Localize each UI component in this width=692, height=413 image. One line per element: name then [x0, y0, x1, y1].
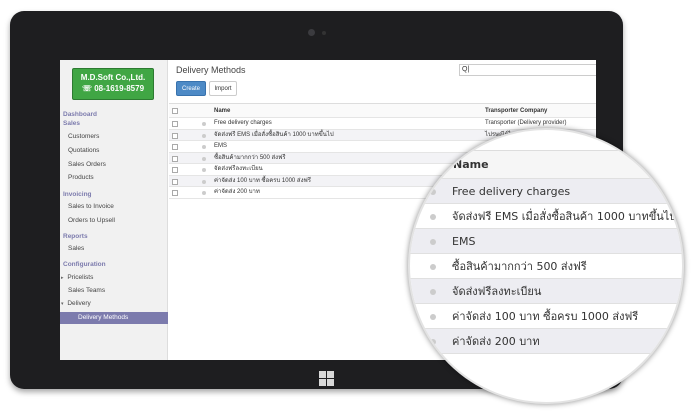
- table-header: Name Transporter Company: [169, 104, 596, 118]
- magnified-row-name: จัดส่งฟรี EMS เมื่อสั่งซื้อสินค้า 1000 บ…: [452, 210, 677, 223]
- magnified-row: จัดส่งฟรี EMS เมื่อสั่งซื้อสินค้า 1000 บ…: [410, 204, 682, 229]
- magnified-row: ค่าจัดส่ง 100 บาท ซื้อครบ 1000 ส่งฟรี: [410, 304, 682, 329]
- magnified-row-name: ค่าจัดส่ง 100 บาท ซื้อครบ 1000 ส่งฟรี: [452, 310, 639, 323]
- row-name: ค่าจัดส่ง 100 บาท ซื้อครบ 1000 ส่งฟรี: [214, 177, 311, 184]
- company-name: M.D.Soft Co.,Ltd.: [80, 73, 146, 82]
- page-title: Delivery Methods: [176, 65, 246, 75]
- magnified-row: EMS: [410, 229, 682, 254]
- row-checkbox[interactable]: [172, 132, 178, 139]
- magnified-row: ค่าจัดส่ง 200 บาท: [410, 329, 682, 354]
- drag-handle-icon[interactable]: [202, 133, 206, 138]
- create-button[interactable]: Create: [176, 81, 206, 96]
- sidebar-item-report-sales[interactable]: Sales: [60, 243, 168, 255]
- column-header-name[interactable]: Name: [214, 104, 230, 118]
- row-checkbox[interactable]: [172, 178, 178, 185]
- drag-handle-icon: [430, 289, 436, 295]
- sidebar-item-delivery[interactable]: ▾ Delivery: [60, 298, 168, 310]
- magnifier-circle: Name Free delivery charges จัดส่งฟรี EMS…: [408, 128, 684, 404]
- chevron-down-icon: ▾: [61, 301, 64, 307]
- row-checkbox[interactable]: [172, 121, 178, 127]
- drag-handle-icon: [430, 239, 436, 245]
- magnified-table: Name Free delivery charges จัดส่งฟรี EMS…: [410, 150, 682, 354]
- sidebar-item-sales-teams[interactable]: Sales Teams: [60, 285, 168, 297]
- magnifier-callout: Name Free delivery charges จัดส่งฟรี EMS…: [408, 128, 684, 404]
- drag-handle-icon: [430, 264, 436, 270]
- drag-handle-icon[interactable]: [202, 122, 206, 126]
- magnified-header-name: Name: [453, 158, 489, 171]
- drag-handle-icon[interactable]: [202, 145, 206, 149]
- sidebar-section-invoicing: Invoicing: [63, 191, 92, 198]
- row-checkbox[interactable]: [172, 155, 178, 162]
- search-input[interactable]: Q|: [459, 64, 596, 76]
- magnified-row-name: จัดส่งฟรีลงทะเบียน: [452, 285, 542, 298]
- magnified-header: Name: [410, 151, 682, 179]
- drag-handle-icon[interactable]: [202, 179, 206, 184]
- select-all-checkbox[interactable]: [172, 108, 178, 114]
- row-name: จัดส่งฟรี EMS เมื่อสั่งซื้อสินค้า 1000 บ…: [214, 131, 334, 138]
- magnified-row-name: Free delivery charges: [452, 185, 571, 198]
- magnified-row-name: EMS: [452, 235, 476, 248]
- sidebar-section-reports: Reports: [63, 233, 88, 240]
- drag-handle-icon: [430, 189, 436, 195]
- row-name: ซื้อสินค้ามากกว่า 500 ส่งฟรี: [214, 154, 286, 161]
- drag-handle-icon: [430, 339, 436, 345]
- sidebar-section-sales: Sales: [63, 120, 80, 127]
- sidebar-item-quotations[interactable]: Quotations: [60, 145, 168, 157]
- sidebar-item-pricelists[interactable]: ▸ Pricelists: [60, 272, 168, 284]
- magnified-row: Free delivery charges: [410, 179, 682, 204]
- row-name: EMS: [214, 143, 228, 149]
- sidebar-item-sales-to-invoice[interactable]: Sales to Invoice: [60, 201, 168, 213]
- magnified-row-name: ซื้อสินค้ามากกว่า 500 ส่งฟรี: [452, 260, 587, 273]
- drag-handle-icon[interactable]: [202, 156, 206, 161]
- row-name: ค่าจัดส่ง 200 บาท: [214, 189, 260, 195]
- row-checkbox[interactable]: [172, 167, 178, 173]
- row-checkbox[interactable]: [172, 190, 178, 196]
- drag-handle-icon[interactable]: [202, 168, 206, 172]
- camera-icon: [308, 29, 315, 36]
- sensor-dot: [322, 31, 326, 35]
- sidebar-item-customers[interactable]: Customers: [60, 131, 168, 143]
- windows-logo-icon[interactable]: [319, 371, 334, 386]
- drag-handle-icon: [430, 314, 436, 320]
- sidebar-item-sales-orders[interactable]: Sales Orders: [60, 159, 168, 171]
- magnified-row: ซื้อสินค้ามากกว่า 500 ส่งฟรี: [410, 254, 682, 279]
- sidebar: M.D.Soft Co.,Ltd. ☏ 08-1619-8579 Dashboa…: [60, 60, 168, 360]
- row-checkbox[interactable]: [172, 144, 178, 150]
- drag-handle-icon[interactable]: [202, 191, 206, 195]
- sidebar-item-delivery-methods[interactable]: Delivery Methods: [60, 312, 168, 324]
- sidebar-item-orders-to-upsell[interactable]: Orders to Upsell: [60, 215, 168, 227]
- sidebar-item-products[interactable]: Products: [60, 172, 168, 184]
- row-name: จัดส่งฟรีลงทะเบียน: [214, 166, 263, 172]
- sidebar-section-configuration: Configuration: [63, 261, 106, 268]
- drag-handle-icon: [430, 214, 436, 220]
- sidebar-section-dashboard[interactable]: Dashboard: [63, 111, 97, 118]
- magnified-row-name: ค่าจัดส่ง 200 บาท: [452, 335, 540, 348]
- column-header-transporter[interactable]: Transporter Company: [485, 104, 547, 118]
- company-phone: ☏ 08-1619-8579: [81, 84, 145, 93]
- row-name: Free delivery charges: [214, 120, 272, 126]
- company-logo: M.D.Soft Co.,Ltd. ☏ 08-1619-8579: [72, 68, 154, 100]
- magnified-row: จัดส่งฟรีลงทะเบียน: [410, 279, 682, 304]
- chevron-right-icon: ▸: [61, 275, 64, 281]
- import-button[interactable]: Import: [209, 81, 237, 96]
